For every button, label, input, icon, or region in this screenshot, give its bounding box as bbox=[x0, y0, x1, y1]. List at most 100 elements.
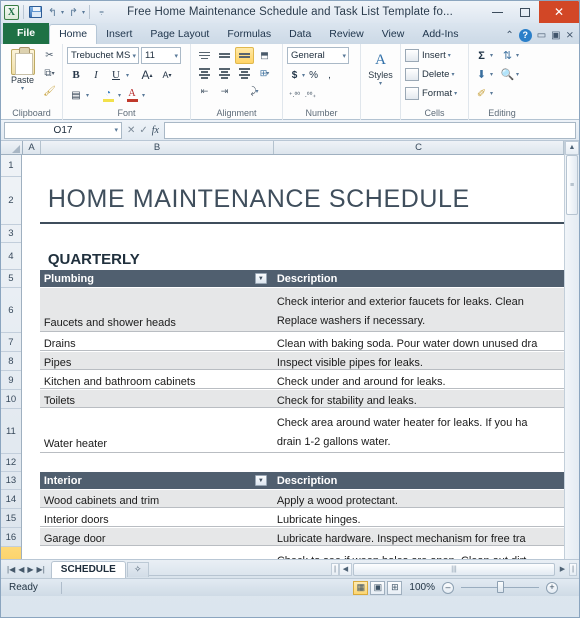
cell-b3[interactable] bbox=[40, 225, 273, 242]
insert-cells-button[interactable]: Insert ▾ bbox=[405, 47, 451, 64]
table-row[interactable]: Wood cabinets and trim Apply a wood prote… bbox=[22, 490, 565, 509]
cell-c13[interactable]: Description bbox=[272, 472, 565, 489]
tab-view[interactable]: View bbox=[373, 25, 414, 44]
cut-icon[interactable]: ✂ bbox=[41, 47, 58, 63]
cell-c9[interactable]: Check under and around for leaks. bbox=[272, 371, 565, 389]
prev-sheet-icon[interactable]: ◀ bbox=[18, 565, 24, 574]
find-select-icon[interactable]: 🔍 bbox=[499, 67, 516, 83]
table-row[interactable]: Drains Clean with baking soda. Pour water… bbox=[22, 333, 565, 352]
cell-b9[interactable]: Kitchen and bathroom cabinets bbox=[39, 371, 273, 389]
format-cells-button[interactable]: Format ▾ bbox=[405, 85, 457, 102]
row-header-7[interactable]: 7 bbox=[1, 333, 21, 352]
styles-button[interactable]: A Styles ▾ bbox=[365, 50, 396, 88]
cell-b14[interactable]: Wood cabinets and trim bbox=[39, 490, 273, 508]
table-row[interactable]: Faucets and shower heads Check interior a… bbox=[22, 288, 565, 333]
cell-a14[interactable] bbox=[22, 490, 40, 508]
comma-format-icon[interactable]: , bbox=[322, 68, 337, 83]
cell-a11[interactable] bbox=[22, 409, 40, 453]
page-layout-view-icon[interactable]: ▣ bbox=[370, 580, 386, 595]
column-header-a[interactable]: A bbox=[23, 141, 41, 154]
cell-c6[interactable]: Check interior and exterior faucets for … bbox=[272, 288, 565, 332]
table-row[interactable]: Pipes Inspect visible pipes for leaks. bbox=[22, 352, 565, 371]
row-header-1[interactable]: 1 bbox=[1, 155, 21, 177]
number-format-select[interactable]: General ▾ bbox=[287, 47, 349, 64]
cell-b13[interactable]: Interior ▼ bbox=[39, 472, 273, 489]
bold-button[interactable]: B bbox=[67, 66, 85, 84]
cell-b5[interactable]: Plumbing ▼ bbox=[39, 270, 273, 287]
hscroll-end-handle[interactable]: | bbox=[569, 562, 577, 576]
font-name-dropdown-icon[interactable]: ▾ bbox=[130, 52, 136, 60]
cell-a1[interactable] bbox=[22, 155, 40, 176]
row-header-9[interactable]: 9 bbox=[1, 371, 21, 390]
cell-b6[interactable]: Faucets and shower heads bbox=[39, 288, 273, 332]
cell-c14[interactable]: Apply a wood protectant. bbox=[272, 490, 565, 508]
row-header-3[interactable]: 3 bbox=[1, 225, 21, 243]
row-header-5[interactable]: 5 bbox=[1, 270, 21, 288]
underline-button[interactable]: U bbox=[107, 66, 125, 84]
row-header-4[interactable]: 4 bbox=[1, 243, 21, 270]
row-header-2[interactable]: 2 bbox=[1, 177, 21, 225]
delete-cells-button[interactable]: Delete ▾ bbox=[405, 66, 454, 83]
increase-decimal-icon[interactable]: ⁺.⁰⁰ bbox=[287, 87, 302, 102]
fill-icon[interactable]: ⬇ bbox=[473, 67, 490, 83]
table-row[interactable]: Interior ▼ Description bbox=[22, 472, 565, 490]
zoom-in-button[interactable]: + bbox=[546, 581, 558, 594]
table-row[interactable]: QUARTERLY bbox=[22, 243, 565, 270]
font-color-dropdown-icon[interactable]: ▾ bbox=[142, 92, 145, 99]
cell-a12[interactable] bbox=[22, 454, 40, 471]
save-icon[interactable] bbox=[28, 5, 43, 20]
vertical-scrollbar[interactable]: ▲ ≡ bbox=[564, 141, 579, 559]
scroll-up-button[interactable]: ▲ bbox=[565, 141, 579, 155]
close-button[interactable]: ✕ bbox=[539, 1, 579, 23]
font-size-input[interactable]: 11 ▾ bbox=[141, 47, 181, 64]
row-header-15[interactable]: 15 bbox=[1, 509, 21, 528]
cell-a9[interactable] bbox=[22, 371, 40, 389]
undo-dropdown-icon[interactable]: ▾ bbox=[61, 9, 64, 16]
normal-view-icon[interactable]: ▦ bbox=[353, 580, 369, 595]
align-middle-icon[interactable] bbox=[215, 47, 234, 64]
table-row[interactable] bbox=[22, 155, 565, 177]
insert-function-icon[interactable]: fx bbox=[152, 125, 159, 136]
zoom-out-button[interactable]: – bbox=[442, 581, 454, 594]
cell-b12[interactable] bbox=[40, 454, 273, 471]
cell-c7[interactable]: Clean with baking soda. Pour water down … bbox=[272, 333, 565, 351]
cell-b17[interactable]: Window and door tracks bbox=[39, 547, 273, 559]
tab-page-layout[interactable]: Page Layout bbox=[141, 25, 218, 44]
page-break-view-icon[interactable]: ⊞ bbox=[387, 580, 403, 595]
align-center-icon[interactable] bbox=[215, 65, 234, 82]
horizontal-scroll-thumb[interactable]: ||| bbox=[353, 562, 555, 576]
select-all-corner[interactable] bbox=[1, 141, 23, 154]
increase-indent-icon[interactable]: ⇥ bbox=[215, 83, 234, 100]
cell-b10[interactable]: Toilets bbox=[39, 390, 273, 408]
close-window-icon[interactable]: ⨯ bbox=[566, 30, 574, 41]
cell-c8[interactable]: Inspect visible pipes for leaks. bbox=[272, 352, 565, 370]
autosum-icon[interactable]: Σ bbox=[473, 48, 490, 64]
paste-button[interactable]: Paste ▾ bbox=[5, 47, 40, 92]
align-left-icon[interactable] bbox=[195, 65, 214, 82]
cell-b11[interactable]: Water heater bbox=[39, 409, 273, 453]
row-header-11[interactable]: 11 bbox=[1, 409, 21, 454]
maximize-button[interactable] bbox=[511, 1, 539, 23]
cell-a16[interactable] bbox=[22, 528, 40, 546]
fill-color-icon[interactable]: ◔ bbox=[99, 86, 117, 104]
first-sheet-icon[interactable]: |◀ bbox=[7, 565, 15, 574]
redo-dropdown-icon[interactable]: ▾ bbox=[82, 9, 85, 16]
merge-cells-icon[interactable]: ⊞ ▾ bbox=[255, 65, 274, 82]
new-sheet-icon[interactable]: ✧ bbox=[126, 561, 149, 577]
cell-b4[interactable]: QUARTERLY bbox=[40, 243, 565, 269]
cell-b16[interactable]: Garage door bbox=[39, 528, 273, 546]
table-row[interactable]: Kitchen and bathroom cabinets Check under… bbox=[22, 371, 565, 390]
cell-a3[interactable] bbox=[22, 225, 40, 242]
filter-dropdown-icon[interactable]: ▼ bbox=[254, 273, 267, 284]
cell-c3[interactable] bbox=[273, 225, 565, 242]
find-dropdown-icon[interactable]: ▾ bbox=[516, 71, 519, 78]
cell-a6[interactable] bbox=[22, 288, 40, 332]
tab-formulas[interactable]: Formulas bbox=[218, 25, 280, 44]
horizontal-scrollbar[interactable]: | ◀ ||| ▶ | bbox=[331, 562, 579, 576]
cell-a7[interactable] bbox=[22, 333, 40, 351]
row-header-16[interactable]: 16 bbox=[1, 528, 21, 547]
maximize-window-icon[interactable]: ▣ bbox=[551, 30, 560, 41]
table-row[interactable] bbox=[22, 454, 565, 472]
last-sheet-icon[interactable]: ▶| bbox=[37, 565, 45, 574]
align-bottom-icon[interactable] bbox=[235, 47, 254, 64]
